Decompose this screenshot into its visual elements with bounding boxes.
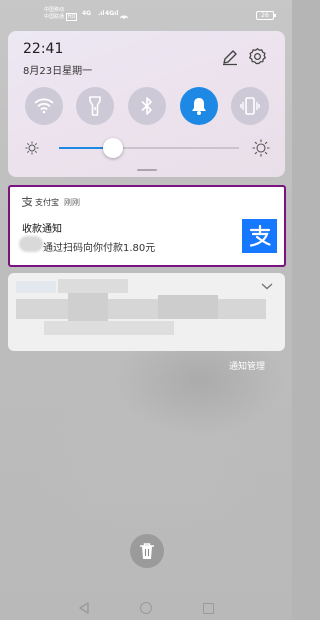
clear-all-button[interactable] [130, 534, 164, 568]
signal-1-bars-icon: .ıl [98, 10, 105, 17]
blurred-avatar [19, 236, 43, 252]
notification-time: 刚刚 [64, 198, 80, 207]
brightness-slider[interactable] [59, 147, 239, 149]
quick-settings-panel: 22:41 8月23日星期一 [8, 31, 285, 177]
blurred-notification[interactable] [8, 273, 285, 351]
wifi-tile[interactable] [25, 87, 63, 125]
alipay-logo-glyph [249, 224, 271, 247]
battery-indicator: 26 [256, 11, 276, 20]
blurred-block [16, 299, 266, 319]
bell-icon [192, 98, 206, 115]
navigation-bar [0, 594, 292, 620]
brightness-control [8, 135, 285, 161]
carrier-2: 中国联通 HD [44, 13, 78, 21]
notification-body: 通过扫码向你付款1.80元 [43, 243, 156, 254]
home-icon[interactable] [140, 602, 152, 614]
sound-tile[interactable] [180, 87, 218, 125]
date[interactable]: 8月23日星期一 [23, 62, 92, 77]
hd-badge: HD [65, 13, 78, 21]
back-icon[interactable] [78, 602, 90, 614]
status-bar: 中国移动 中国联通 HD 4G .ıl 4G .ıl 26 [0, 0, 292, 30]
notification-header: 支付宝 刚刚 [35, 197, 80, 208]
blurred-block [68, 293, 108, 321]
alipay-notification[interactable]: 支付宝 刚刚 收款通知 通过扫码向你付款1.80元 [8, 185, 286, 267]
alipay-logo-icon [242, 219, 277, 253]
flashlight-icon [89, 96, 101, 116]
brightness-high-icon [252, 139, 270, 157]
signal-1: 4G [82, 10, 92, 17]
blurred-block [158, 295, 218, 319]
gear-icon[interactable] [248, 47, 267, 66]
flashlight-tile[interactable] [76, 87, 114, 125]
recents-icon[interactable] [203, 603, 214, 614]
notification-title: 收款通知 [22, 224, 62, 235]
notification-app-name: 支付宝 [35, 198, 59, 207]
brightness-low-icon [25, 141, 39, 155]
panel-drag-handle[interactable] [137, 169, 157, 171]
carrier-labels: 中国移动 中国联通 HD [44, 7, 78, 21]
blurred-block [58, 279, 128, 293]
clock[interactable]: 22:41 [23, 41, 63, 57]
trash-icon [140, 543, 154, 559]
blurred-block [16, 281, 56, 293]
brightness-thumb[interactable] [103, 138, 123, 158]
vibrate-tile[interactable] [231, 87, 269, 125]
bluetooth-icon [141, 97, 152, 115]
vibrate-icon [240, 97, 260, 115]
alipay-small-icon [21, 196, 33, 207]
hotspot-icon [119, 15, 129, 19]
wifi-icon [34, 98, 54, 114]
chevron-down-icon[interactable] [260, 281, 274, 291]
blurred-block [44, 321, 174, 335]
edit-icon[interactable] [221, 48, 239, 66]
bluetooth-tile[interactable] [128, 87, 166, 125]
notification-manage-link[interactable]: 通知管理 [229, 359, 265, 372]
